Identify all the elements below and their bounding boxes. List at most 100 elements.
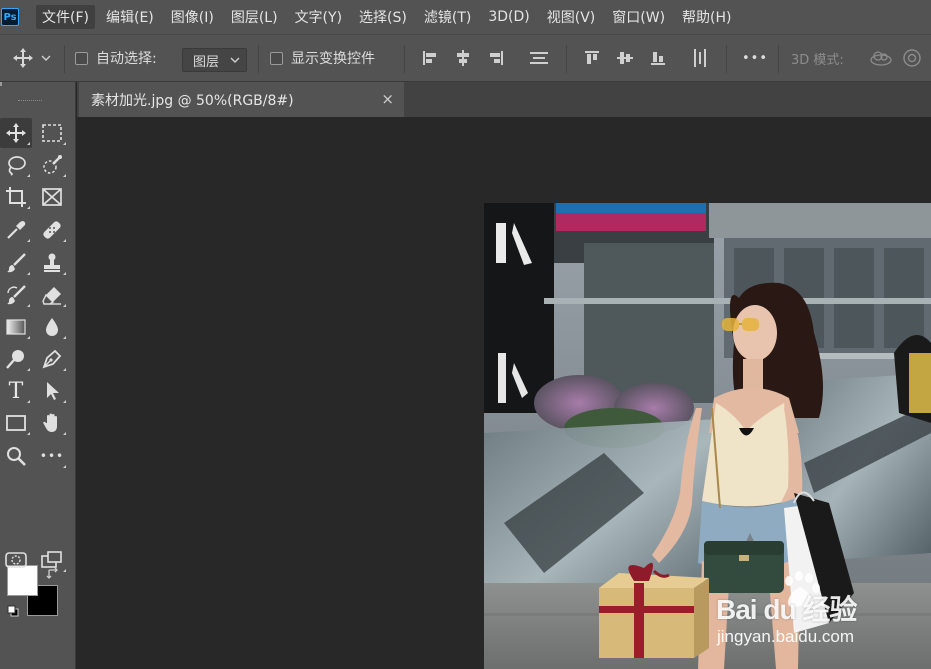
align-top-icon: [585, 51, 599, 64]
drop-icon: [46, 318, 58, 336]
menu-3d[interactable]: 3D(D): [482, 5, 535, 29]
orbit-3d-icon: [870, 51, 892, 66]
align-right-icon: [490, 51, 503, 65]
default-colors-icon[interactable]: [7, 605, 19, 617]
more-options-button[interactable]: •••: [742, 35, 768, 81]
auto-select-checkbox[interactable]: [75, 51, 88, 65]
move-icon: [6, 123, 26, 143]
orbit-3d-button[interactable]: [869, 35, 893, 81]
shape-tool[interactable]: [0, 408, 32, 438]
menu-file[interactable]: 文件(F): [36, 5, 95, 29]
menu-view[interactable]: 视图(V): [541, 5, 602, 29]
align-horizontal-center-icon: [457, 50, 469, 66]
zoom-icon: [7, 447, 26, 466]
align-bottom-button[interactable]: [648, 35, 668, 81]
align-vertical-center-icon: [617, 52, 633, 64]
auto-select-target-value: 图层: [193, 54, 220, 70]
auto-select-target-dropdown[interactable]: 图层: [182, 48, 247, 72]
menu-layer[interactable]: 图层(L): [225, 5, 284, 29]
document-tab[interactable]: 素材加光.jpg @ 50%(RGB/8#) ×: [79, 82, 404, 117]
gradient-tool[interactable]: [0, 312, 32, 342]
dodge-tool[interactable]: [0, 344, 32, 374]
brush-icon: [7, 253, 26, 273]
marquee-tool[interactable]: [36, 118, 68, 148]
lasso-icon: [8, 156, 26, 176]
panel-grip[interactable]: [18, 100, 42, 103]
photoshop-logo-icon: Ps: [1, 8, 19, 26]
street-photo: [484, 203, 931, 669]
history-brush-icon: [7, 285, 26, 305]
divider: [64, 45, 65, 73]
blur-tool[interactable]: [36, 312, 68, 342]
roll-3d-button[interactable]: [901, 35, 923, 81]
eraser-tool[interactable]: [36, 280, 68, 310]
dodge-icon: [6, 350, 24, 369]
divider: [726, 45, 727, 73]
document-title: 素材加光.jpg @ 50%(RGB/8#): [91, 92, 294, 109]
quick-mask-icon: [5, 552, 27, 568]
path-select-tool[interactable]: [36, 376, 68, 406]
divider: [258, 45, 259, 73]
divider: [566, 45, 567, 73]
frame-icon: [42, 188, 62, 206]
rectangle-icon: [6, 415, 26, 431]
show-transform-label: 显示变换控件: [291, 51, 375, 67]
move-tool[interactable]: [0, 118, 32, 148]
brush-tool[interactable]: [0, 248, 32, 278]
show-transform-checkbox[interactable]: [270, 51, 283, 65]
align-hcenter-button[interactable]: [453, 35, 473, 81]
pen-tool[interactable]: [36, 344, 68, 374]
baidu-jingyan-watermark: Bai du 经验: [716, 594, 857, 625]
panel-collapse-handle[interactable]: [0, 82, 4, 86]
type-tool[interactable]: T: [0, 376, 32, 406]
screen-mode-button[interactable]: [36, 545, 68, 575]
hand-tool[interactable]: [36, 408, 68, 438]
distribute-vertical-icon: [530, 52, 548, 64]
menu-help[interactable]: 帮助(H): [676, 5, 737, 29]
align-left-button[interactable]: [420, 35, 440, 81]
baidu-jingyan-url: jingyan.baidu.com: [717, 627, 855, 646]
stamp-icon: [44, 253, 60, 272]
stamp-tool[interactable]: [36, 248, 68, 278]
crop-tool[interactable]: [0, 182, 32, 212]
quick-mask-button[interactable]: [0, 545, 32, 575]
distribute-horizontal-icon: [694, 49, 706, 67]
menu-edit[interactable]: 编辑(E): [100, 5, 160, 29]
close-icon[interactable]: ×: [381, 90, 394, 108]
move-icon: [13, 48, 33, 68]
menu-image[interactable]: 图像(I): [165, 5, 220, 29]
menu-type[interactable]: 文字(Y): [289, 5, 348, 29]
menu-window[interactable]: 窗口(W): [606, 5, 671, 29]
menu-select[interactable]: 选择(S): [353, 5, 413, 29]
history-brush-tool[interactable]: [0, 280, 32, 310]
arrow-icon: [47, 382, 59, 400]
lasso-tool[interactable]: [0, 150, 32, 180]
crop-icon: [6, 187, 26, 207]
more-tools[interactable]: •••: [36, 441, 68, 471]
document-image[interactable]: [484, 203, 931, 669]
healing-tool[interactable]: [36, 215, 68, 245]
hand-icon: [43, 413, 57, 432]
align-top-button[interactable]: [582, 35, 602, 81]
type-icon: T: [8, 378, 24, 404]
move-tool-preset[interactable]: [12, 35, 52, 81]
frame-tool[interactable]: [36, 182, 68, 212]
chevron-down-icon: [230, 57, 240, 63]
distribute-horizontal-button[interactable]: [690, 35, 710, 81]
eyedropper-tool[interactable]: [0, 215, 32, 245]
roll-3d-icon: [903, 49, 921, 67]
options-bar: 自动选择: 图层 显示变换控件 ••• 3D 模式:: [0, 34, 931, 82]
auto-select-label: 自动选择:: [96, 51, 157, 67]
menu-filter[interactable]: 滤镜(T): [418, 5, 477, 29]
distribute-vertical-button[interactable]: [528, 35, 550, 81]
divider: [404, 45, 405, 73]
mode-3d-label: 3D 模式:: [791, 52, 844, 68]
quick-select-tool[interactable]: [36, 150, 68, 180]
align-vcenter-button[interactable]: [615, 35, 635, 81]
rect-marquee-icon: [42, 124, 62, 142]
eraser-icon: [42, 287, 61, 305]
align-right-button[interactable]: [486, 35, 506, 81]
pen-icon: [42, 349, 62, 369]
bandage-icon: [43, 221, 61, 239]
zoom-tool[interactable]: [0, 441, 32, 471]
